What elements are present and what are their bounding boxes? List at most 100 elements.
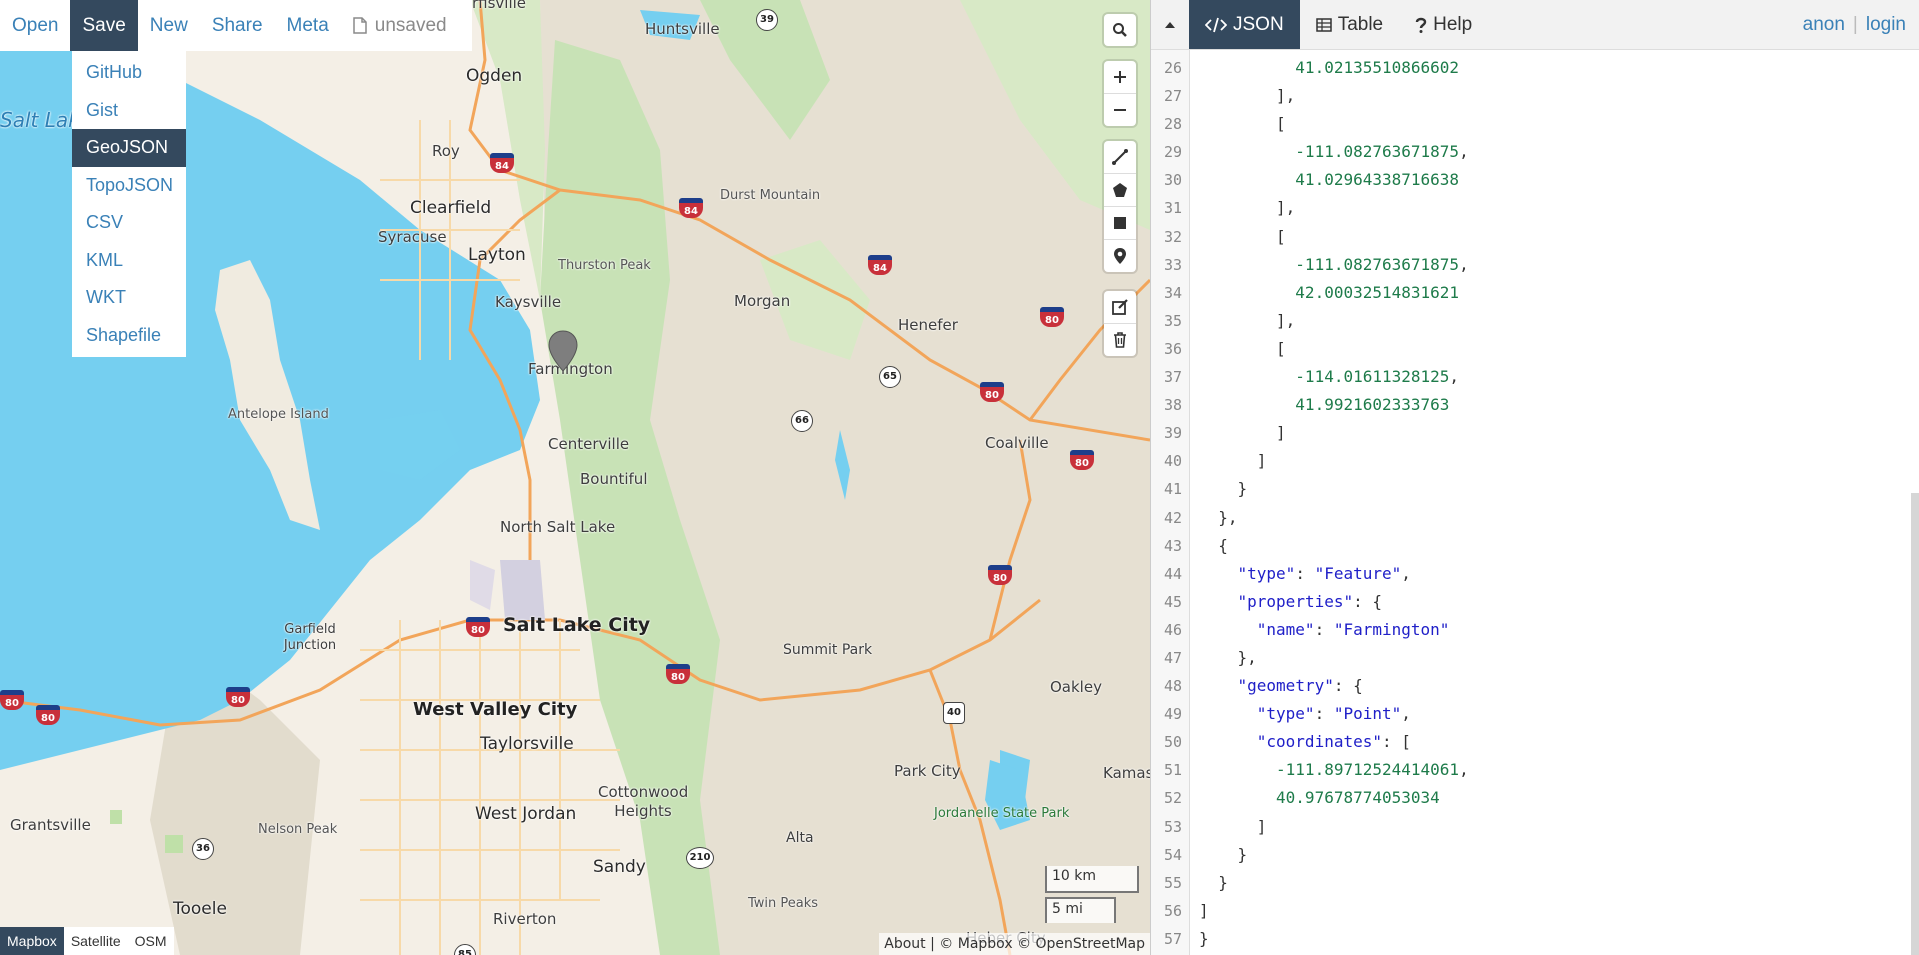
save-kml[interactable]: KML <box>72 242 186 280</box>
map-label-cottonwood-heights: Cottonwood Heights <box>598 783 689 820</box>
draw-marker-button[interactable] <box>1104 240 1136 272</box>
line-number: 46 <box>1163 620 1182 639</box>
code-token: ], <box>1276 86 1296 106</box>
code-token: : <box>1295 563 1315 583</box>
scale-bar-mi: 5 mi <box>1045 897 1116 923</box>
line-number: 47 <box>1163 648 1182 667</box>
map-label-bountiful: Bountiful <box>580 470 648 488</box>
share-button[interactable]: Share <box>200 0 275 51</box>
mapbox-attribution-link[interactable]: © Mapbox <box>939 936 1012 952</box>
code-token: ], <box>1276 310 1296 330</box>
edit-layers-button[interactable] <box>1104 291 1136 324</box>
save-dropdown-menu: GitHub Gist GeoJSON TopoJSON CSV KML WKT… <box>72 51 186 357</box>
route-shield-36: 36 <box>192 838 214 860</box>
delete-layers-button[interactable] <box>1104 324 1136 356</box>
save-button[interactable]: Save <box>70 0 138 51</box>
about-link[interactable]: About <box>884 936 925 952</box>
code-text: 41.9921602333763 <box>1199 391 1449 419</box>
draw-toolbar[interactable] <box>1104 141 1136 272</box>
code-token: "coordinates" <box>1256 732 1382 752</box>
code-text: ] <box>1199 813 1267 841</box>
map-label-summit-park: Summit Park <box>783 642 873 658</box>
line-number: 28 <box>1163 115 1182 134</box>
save-gist[interactable]: Gist <box>72 92 186 130</box>
line-number: 29 <box>1163 143 1182 162</box>
file-status: unsaved <box>341 0 459 51</box>
draw-rectangle-button[interactable] <box>1104 207 1136 240</box>
save-csv[interactable]: CSV <box>72 204 186 242</box>
line-number: 57 <box>1163 929 1182 948</box>
save-shapefile[interactable]: Shapefile <box>72 317 186 355</box>
map-label-salt-lake-city: Salt Lake City <box>503 614 651 636</box>
json-editor[interactable]: 26 41.02135510866602 27], 28 [29 -111.0827636… <box>1151 50 1919 955</box>
polygon-icon <box>1113 183 1127 197</box>
open-button[interactable]: Open <box>0 0 70 51</box>
code-text: ], <box>1199 82 1295 110</box>
line-number: 56 <box>1163 901 1182 920</box>
code-token: "type" <box>1256 704 1315 724</box>
code-token: }, <box>1237 647 1257 667</box>
code-token: "Point" <box>1333 704 1402 724</box>
code-text: } <box>1199 869 1228 897</box>
file-icon <box>353 17 367 34</box>
editor-scrollbar[interactable] <box>1911 493 1919 955</box>
layer-switcher[interactable]: Mapbox Satellite OSM <box>0 927 174 955</box>
save-wkt[interactable]: WKT <box>72 279 186 317</box>
tab-help-label: Help <box>1433 13 1473 35</box>
save-github[interactable]: GitHub <box>72 54 186 92</box>
zoom-out-button[interactable] <box>1104 94 1136 126</box>
new-button[interactable]: New <box>138 0 200 51</box>
login-link[interactable]: login <box>1866 14 1906 36</box>
line-number: 38 <box>1163 396 1182 415</box>
map-label-frisville: rfisville <box>472 0 527 12</box>
code-token: "type" <box>1237 563 1296 583</box>
collapse-panel-button[interactable] <box>1151 0 1189 49</box>
tab-table[interactable]: Table <box>1300 0 1399 49</box>
save-geojson[interactable]: GeoJSON <box>72 129 186 167</box>
tab-json[interactable]: JSON <box>1189 0 1300 49</box>
map-label-durst-mountain: Durst Mountain <box>720 188 821 203</box>
code-token: [ <box>1276 226 1286 246</box>
map[interactable]: Salt Lak rfisville Huntsville Ogden Roy … <box>0 0 1150 955</box>
line-number: 44 <box>1163 564 1182 583</box>
draw-polygon-button[interactable] <box>1104 174 1136 207</box>
user-name-link[interactable]: anon <box>1803 14 1845 36</box>
map-label-park-city: Park City <box>894 762 961 780</box>
map-label-jordanelle-state-park: Jordanelle State Park <box>934 806 1070 821</box>
zoom-control[interactable] <box>1104 61 1136 126</box>
map-label-tooele: Tooele <box>173 899 227 919</box>
layer-satellite[interactable]: Satellite <box>63 927 128 955</box>
layer-osm[interactable]: OSM <box>127 927 174 955</box>
file-status-label: unsaved <box>374 14 447 36</box>
search-button[interactable] <box>1104 14 1136 46</box>
osm-attribution-link[interactable]: © OpenStreetMap <box>1017 936 1145 952</box>
meta-button[interactable]: Meta <box>275 0 341 51</box>
code-token: 40.97678774053034 <box>1276 788 1440 808</box>
attribution-separator: | <box>925 936 940 952</box>
geocoder-control[interactable] <box>1104 14 1136 46</box>
farmington-marker-icon[interactable] <box>548 330 578 372</box>
code-token: } <box>1237 844 1248 864</box>
code-text: ], <box>1199 194 1295 222</box>
us-route-shield-40: 40 <box>943 702 965 724</box>
code-token: : [ <box>1382 732 1411 752</box>
edit-toolbar[interactable] <box>1104 291 1136 356</box>
code-token: : { <box>1353 591 1383 611</box>
code-text: "geometry": { <box>1199 672 1363 700</box>
draw-line-button[interactable] <box>1104 141 1136 174</box>
layer-mapbox[interactable]: Mapbox <box>0 927 64 955</box>
line-number: 32 <box>1163 227 1182 246</box>
code-token: 41.02135510866602 <box>1295 58 1460 77</box>
code-token: ] <box>1256 451 1267 471</box>
map-label-coalville: Coalville <box>985 434 1049 452</box>
tab-help[interactable]: Help <box>1399 0 1488 49</box>
map-label-garfield-junction: Garfield Junction <box>283 622 337 653</box>
save-topojson[interactable]: TopoJSON <box>72 167 186 205</box>
table-icon <box>1315 17 1332 32</box>
code-text: { <box>1199 532 1228 560</box>
line-number: 45 <box>1163 592 1182 611</box>
line-number: 43 <box>1163 536 1182 555</box>
interstate-shield-80: 80 <box>226 687 250 707</box>
code-token: : { <box>1333 676 1363 696</box>
zoom-in-button[interactable] <box>1104 61 1136 94</box>
